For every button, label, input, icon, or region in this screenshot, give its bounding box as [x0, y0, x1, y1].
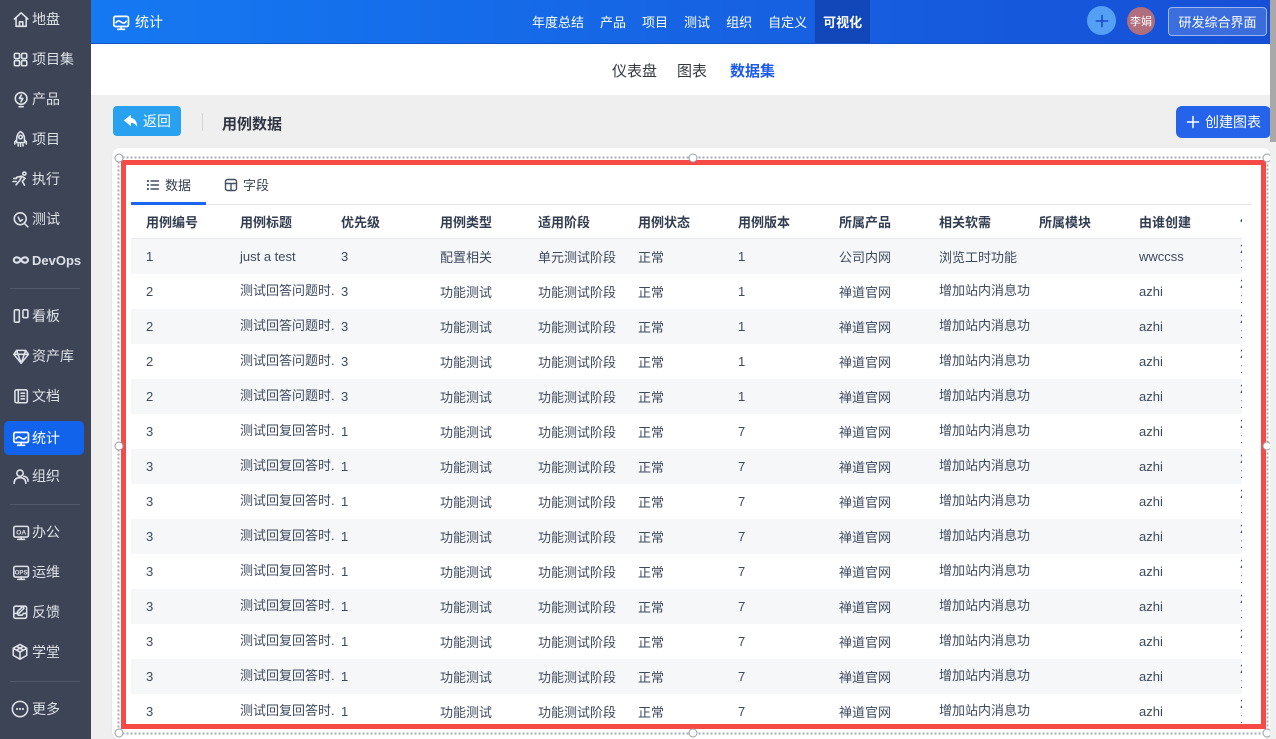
svg-text:OA: OA	[16, 529, 26, 536]
svg-text:OPS: OPS	[15, 570, 28, 576]
